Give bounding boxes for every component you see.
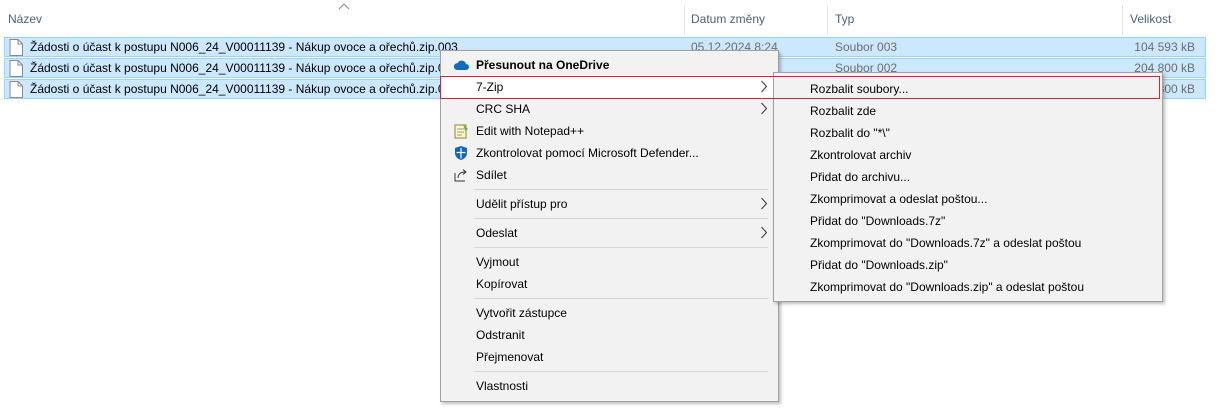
menu-item-delete[interactable]: Odstranit [443, 324, 776, 346]
file-type: Soubor 003 [835, 40, 898, 54]
file-name: Žádosti o účast k postupu N006_24_V00011… [30, 82, 458, 96]
chevron-right-icon [761, 80, 768, 93]
file-icon [9, 39, 23, 56]
menu-item-label: Odstranit [476, 328, 525, 342]
zip-item-compress-email[interactable]: Zkomprimovat a odeslat poštou... [776, 188, 1160, 210]
menu-separator [474, 218, 768, 219]
menu-item-7zip[interactable]: 7-Zip [442, 75, 777, 99]
zip-item-extract-here[interactable]: Rozbalit zde [776, 100, 1160, 122]
column-header: Název Datum změny Typ Velikost [0, 0, 1230, 36]
menu-item-label: Přidat do "Downloads.7z" [810, 214, 946, 228]
menu-item-label: Přejmenovat [476, 350, 544, 364]
zip-item-extract-to[interactable]: Rozbalit do "*\" [776, 122, 1160, 144]
menu-item-label: Udělit přístup pro [476, 197, 568, 211]
menu-separator [474, 298, 768, 299]
file-icon [9, 81, 23, 98]
menu-item-label: Vyjmout [476, 255, 519, 269]
menu-item-label: Přesunout na OneDrive [476, 58, 610, 72]
menu-item-create-shortcut[interactable]: Vytvořit zástupce [443, 302, 776, 324]
column-size[interactable]: Velikost [1130, 12, 1171, 26]
column-divider[interactable] [684, 5, 685, 35]
column-type[interactable]: Typ [835, 12, 854, 26]
notepad-plus-plus-icon [454, 124, 468, 139]
context-menu: Přesunout na OneDrive 7-Zip CRC SHA Edit… [440, 50, 779, 402]
menu-item-label: Zkontrolovat archiv [810, 148, 912, 162]
menu-item-label: Odeslat [476, 226, 518, 240]
menu-item-cut[interactable]: Vyjmout [443, 251, 776, 273]
menu-item-label: Rozbalit do "*\" [810, 126, 890, 140]
menu-item-grant-access[interactable]: Udělit přístup pro [443, 193, 776, 215]
zip-item-add-to-zip[interactable]: Přidat do "Downloads.zip" [776, 254, 1160, 276]
menu-item-defender[interactable]: Zkontrolovat pomocí Microsoft Defender..… [443, 142, 776, 164]
menu-item-label: Zkomprimovat do "Downloads.7z" a odeslat… [810, 236, 1082, 250]
zip-item-compress-7z-email[interactable]: Zkomprimovat do "Downloads.7z" a odeslat… [776, 232, 1160, 254]
menu-item-crc-sha[interactable]: CRC SHA [443, 98, 776, 120]
menu-item-label: Rozbalit soubory... [810, 82, 909, 96]
sort-up-icon [338, 3, 350, 10]
zip-item-extract-files[interactable]: Rozbalit soubory... [776, 78, 1160, 100]
menu-item-label: Přidat do archivu... [810, 170, 911, 184]
defender-shield-icon [455, 146, 467, 160]
menu-item-label: Rozbalit zde [810, 104, 877, 118]
menu-item-label: Sdílet [476, 168, 507, 182]
menu-item-rename[interactable]: Přejmenovat [443, 346, 776, 368]
menu-item-label: 7-Zip [476, 80, 504, 94]
file-size: 104 593 kB [1134, 40, 1195, 54]
menu-item-label: Kopírovat [476, 277, 528, 291]
zip-item-compress-zip-email[interactable]: Zkomprimovat do "Downloads.zip" a odesla… [776, 276, 1160, 298]
chevron-right-icon [761, 102, 768, 115]
menu-item-label: Vlastnosti [476, 379, 529, 393]
menu-item-label: Edit with Notepad++ [476, 124, 585, 138]
sevenzip-submenu: Rozbalit soubory... Rozbalit zde Rozbali… [773, 72, 1163, 302]
menu-item-label: Zkontrolovat pomocí Microsoft Defender..… [476, 146, 699, 160]
chevron-right-icon [761, 226, 768, 239]
zip-item-add-to-7z[interactable]: Přidat do "Downloads.7z" [776, 210, 1160, 232]
menu-item-notepad[interactable]: Edit with Notepad++ [443, 120, 776, 142]
chevron-right-icon [761, 197, 768, 210]
menu-item-onedrive[interactable]: Přesunout na OneDrive [443, 54, 776, 76]
column-name[interactable]: Název [8, 12, 42, 26]
menu-item-label: Vytvořit zástupce [476, 306, 567, 320]
menu-item-label: Zkomprimovat a odeslat poštou... [810, 192, 988, 206]
column-divider[interactable] [827, 5, 828, 35]
zip-item-test-archive[interactable]: Zkontrolovat archiv [776, 144, 1160, 166]
menu-separator [474, 371, 768, 372]
menu-item-copy[interactable]: Kopírovat [443, 273, 776, 295]
column-date[interactable]: Datum změny [691, 12, 765, 26]
file-name: Žádosti o účast k postupu N006_24_V00011… [30, 40, 458, 54]
menu-item-send-to[interactable]: Odeslat [443, 222, 776, 244]
zip-item-add-to-archive[interactable]: Přidat do archivu... [776, 166, 1160, 188]
menu-item-share[interactable]: Sdílet [443, 164, 776, 186]
file-name: Žádosti o účast k postupu N006_24_V00011… [30, 61, 458, 75]
share-icon [454, 169, 467, 182]
file-icon [9, 60, 23, 77]
menu-item-properties[interactable]: Vlastnosti [443, 375, 776, 397]
column-divider[interactable] [1122, 5, 1123, 35]
onedrive-cloud-icon [453, 60, 469, 70]
menu-separator [474, 247, 768, 248]
menu-item-label: Přidat do "Downloads.zip" [810, 258, 948, 272]
menu-separator [474, 189, 768, 190]
menu-item-label: CRC SHA [476, 102, 531, 116]
file-size: 800 kB [1157, 82, 1195, 96]
menu-item-label: Zkomprimovat do "Downloads.zip" a odesla… [810, 280, 1084, 294]
